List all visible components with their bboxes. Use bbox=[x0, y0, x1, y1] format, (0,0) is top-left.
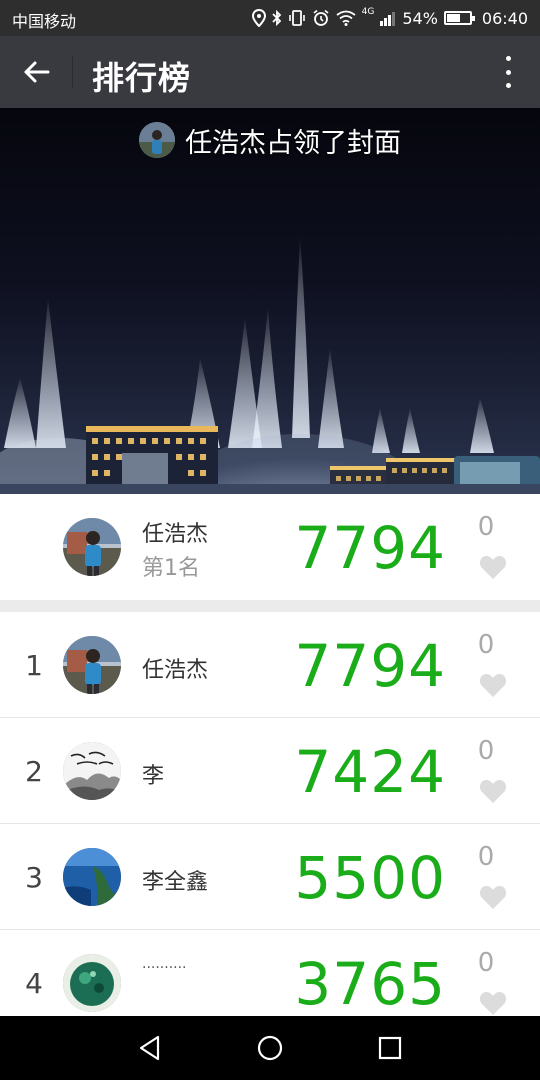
avatar[interactable] bbox=[63, 636, 121, 694]
nav-recents-button[interactable] bbox=[370, 1028, 410, 1068]
arrow-left-icon bbox=[24, 61, 50, 83]
location-icon bbox=[251, 9, 266, 27]
alarm-icon bbox=[313, 9, 329, 26]
user-name: 李全鑫 bbox=[142, 870, 209, 895]
carrier-label: 中国移动 bbox=[12, 12, 77, 31]
system-navigation-bar bbox=[0, 1016, 540, 1080]
avatar[interactable] bbox=[63, 848, 121, 906]
list-item[interactable]: 3 李全鑫 5500 0 bbox=[0, 824, 540, 930]
user-name: 李 bbox=[142, 764, 165, 789]
rank-number: 3 bbox=[25, 861, 43, 894]
battery-icon bbox=[443, 11, 475, 25]
nav-back-button[interactable] bbox=[130, 1028, 170, 1068]
more-options-button[interactable] bbox=[496, 52, 520, 92]
my-name: 任浩杰 bbox=[142, 522, 209, 547]
section-divider bbox=[0, 600, 540, 612]
network-type-label: 4G bbox=[361, 7, 375, 17]
wifi-icon bbox=[336, 10, 356, 26]
cover-fountain-scene bbox=[0, 238, 540, 494]
list-item[interactable]: 2 李 7424 0 bbox=[0, 718, 540, 824]
circle-home-icon bbox=[257, 1035, 283, 1061]
title-divider bbox=[72, 56, 73, 88]
rank-list: 1 任浩杰 7794 0 2 李 7424 0 3 李全鑫 5500 0 4 ·… bbox=[0, 612, 540, 1016]
user-name: ·········· bbox=[142, 960, 187, 976]
step-count: 5500 bbox=[294, 844, 446, 912]
avatar[interactable] bbox=[63, 742, 121, 800]
square-recents-icon bbox=[378, 1036, 402, 1060]
heart-icon[interactable] bbox=[479, 554, 507, 580]
rank-number: 1 bbox=[25, 649, 43, 682]
like-count: 0 bbox=[477, 736, 495, 766]
like-count: 0 bbox=[477, 630, 495, 660]
my-like-count: 0 bbox=[477, 512, 495, 542]
avatar[interactable] bbox=[63, 518, 121, 576]
status-icons: 4G 54% 06:40 bbox=[251, 7, 528, 29]
my-rank-text: 第1名 bbox=[142, 556, 200, 581]
more-vertical-icon bbox=[505, 56, 511, 61]
nav-home-button[interactable] bbox=[250, 1028, 290, 1068]
rank-number: 4 bbox=[25, 967, 43, 1000]
battery-fill bbox=[446, 14, 460, 22]
step-count: 3765 bbox=[294, 950, 446, 1016]
triangle-back-icon bbox=[139, 1035, 160, 1061]
page-title: 排行榜 bbox=[92, 59, 192, 97]
heart-icon[interactable] bbox=[479, 884, 507, 910]
heart-icon[interactable] bbox=[479, 990, 507, 1016]
cover-owner-avatar[interactable] bbox=[139, 122, 175, 158]
user-name: 任浩杰 bbox=[142, 658, 209, 683]
back-button[interactable] bbox=[8, 44, 64, 100]
title-bar: 排行榜 bbox=[0, 36, 540, 108]
cover-owner-text: 任浩杰占领了封面 bbox=[185, 127, 401, 159]
step-count: 7794 bbox=[294, 632, 446, 700]
avatar[interactable] bbox=[63, 954, 121, 1012]
list-item[interactable]: 1 任浩杰 7794 0 bbox=[0, 612, 540, 718]
heart-icon[interactable] bbox=[479, 778, 507, 804]
signal-icon bbox=[380, 12, 396, 26]
step-count: 7424 bbox=[294, 738, 446, 806]
rank-number: 2 bbox=[25, 755, 43, 788]
my-rank-card[interactable]: 任浩杰 第1名 7794 0 bbox=[0, 494, 540, 600]
heart-icon[interactable] bbox=[479, 672, 507, 698]
battery-percent: 54% bbox=[402, 8, 438, 28]
status-bar: 中国移动 4G 54% 06:40 bbox=[0, 0, 540, 36]
my-step-count: 7794 bbox=[294, 514, 446, 582]
clock: 06:40 bbox=[481, 8, 528, 28]
cover-banner: 任浩杰占领了封面 bbox=[0, 120, 540, 160]
cover-image[interactable]: 任浩杰占领了封面 bbox=[0, 108, 540, 494]
list-item[interactable]: 4 ·········· 3765 0 bbox=[0, 930, 540, 1016]
bluetooth-icon bbox=[271, 9, 281, 27]
like-count: 0 bbox=[477, 842, 495, 872]
like-count: 0 bbox=[477, 948, 495, 978]
vibrate-icon bbox=[288, 10, 305, 26]
